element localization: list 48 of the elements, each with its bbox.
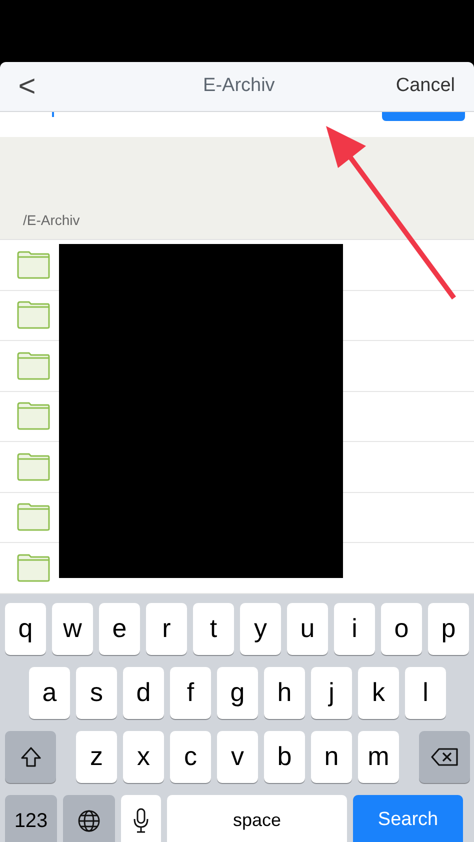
key[interactable]: f	[170, 666, 211, 718]
key[interactable]: y	[240, 602, 281, 654]
key[interactable]: i	[334, 602, 375, 654]
key[interactable]: o	[381, 602, 422, 654]
globe-key[interactable]	[63, 794, 115, 842]
backspace-icon	[430, 746, 458, 766]
key[interactable]: j	[311, 666, 352, 718]
key[interactable]: u	[287, 602, 328, 654]
back-button[interactable]: <	[12, 72, 42, 102]
shift-key[interactable]	[5, 730, 56, 782]
cancel-button[interactable]: Cancel	[396, 72, 462, 101]
nav-title: E-Archiv	[202, 74, 276, 98]
numbers-key[interactable]: 123	[5, 794, 57, 842]
key[interactable]: z	[76, 730, 117, 782]
key[interactable]: d	[123, 666, 164, 718]
key[interactable]: k	[358, 666, 399, 718]
space-key[interactable]: space	[167, 794, 347, 842]
path-label: /E-Archiv	[23, 211, 80, 230]
key[interactable]: a	[29, 666, 70, 718]
key[interactable]: l	[405, 666, 446, 718]
key[interactable]: q	[5, 602, 46, 654]
folder-icon	[17, 402, 50, 430]
key[interactable]: x	[123, 730, 164, 782]
folder-icon	[17, 301, 50, 330]
search-key[interactable]: Search	[353, 794, 463, 842]
folder-icon	[17, 250, 50, 279]
key[interactable]: s	[76, 666, 117, 718]
backspace-key[interactable]	[419, 730, 470, 782]
key[interactable]: n	[311, 730, 352, 782]
key[interactable]: p	[428, 602, 469, 654]
microphone-icon	[133, 808, 149, 834]
folder-icon	[17, 352, 50, 380]
key[interactable]: c	[170, 730, 211, 782]
key[interactable]: w	[52, 602, 93, 654]
folder-icon	[17, 503, 50, 532]
key[interactable]: e	[99, 602, 140, 654]
key[interactable]: b	[264, 730, 305, 782]
shift-arrow-icon	[20, 746, 42, 768]
key[interactable]: h	[264, 666, 305, 718]
key[interactable]: t	[193, 602, 234, 654]
microphone-key[interactable]	[121, 794, 161, 842]
globe-icon	[77, 808, 101, 832]
key[interactable]: r	[146, 602, 187, 654]
key[interactable]: v	[217, 730, 258, 782]
folder-icon	[17, 554, 50, 582]
folder-icon	[17, 452, 50, 481]
key[interactable]: g	[217, 666, 258, 718]
key[interactable]: m	[358, 730, 399, 782]
